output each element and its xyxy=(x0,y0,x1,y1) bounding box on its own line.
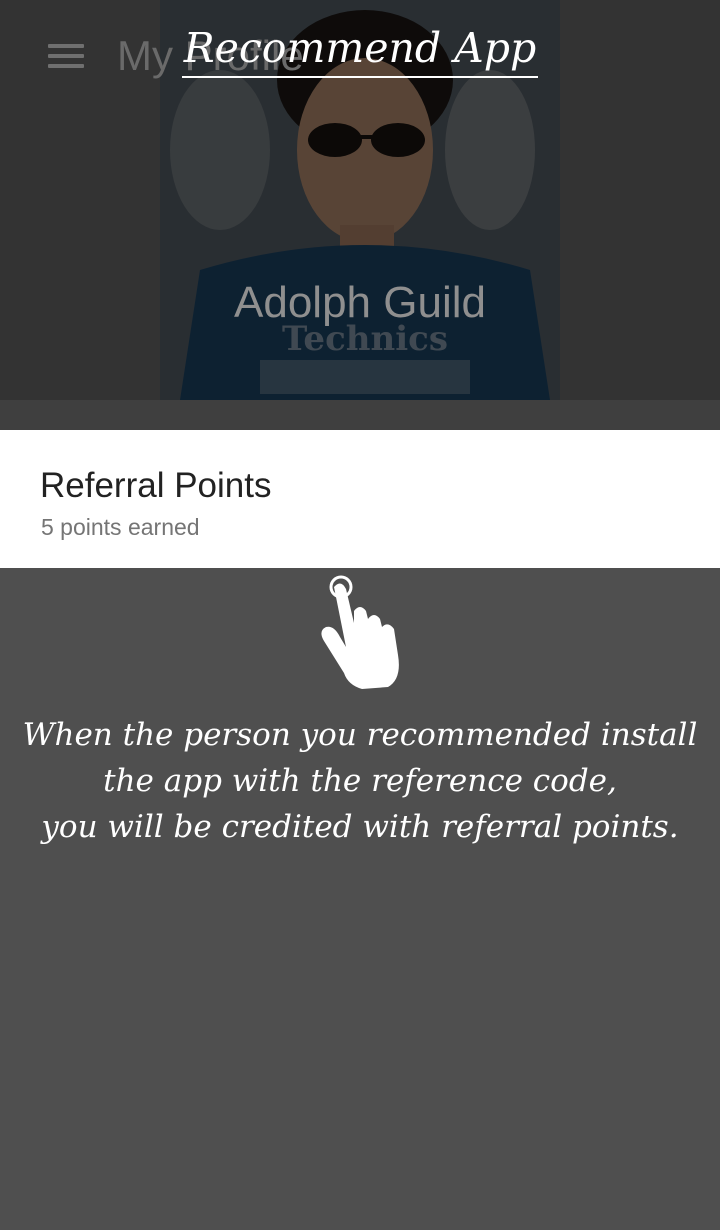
tap-hand-icon xyxy=(310,575,410,693)
instruction-line: the app with the reference code, xyxy=(103,763,617,799)
profile-name: Adolph Guild xyxy=(234,278,486,327)
divider-band xyxy=(0,400,720,430)
instruction-line: When the person you recommended install xyxy=(22,717,698,753)
overlay-title: Recommend App xyxy=(0,24,720,78)
instruction-line: you will be credited with referral point… xyxy=(41,809,679,845)
referral-points-title: Referral Points xyxy=(40,466,272,505)
instruction-text: When the person you recommended install … xyxy=(20,712,700,850)
referral-points-card[interactable]: Referral Points 5 points earned xyxy=(0,430,720,568)
overlay-title-text: Recommend App xyxy=(181,24,539,78)
referral-points-count: 5 points earned xyxy=(41,514,200,540)
